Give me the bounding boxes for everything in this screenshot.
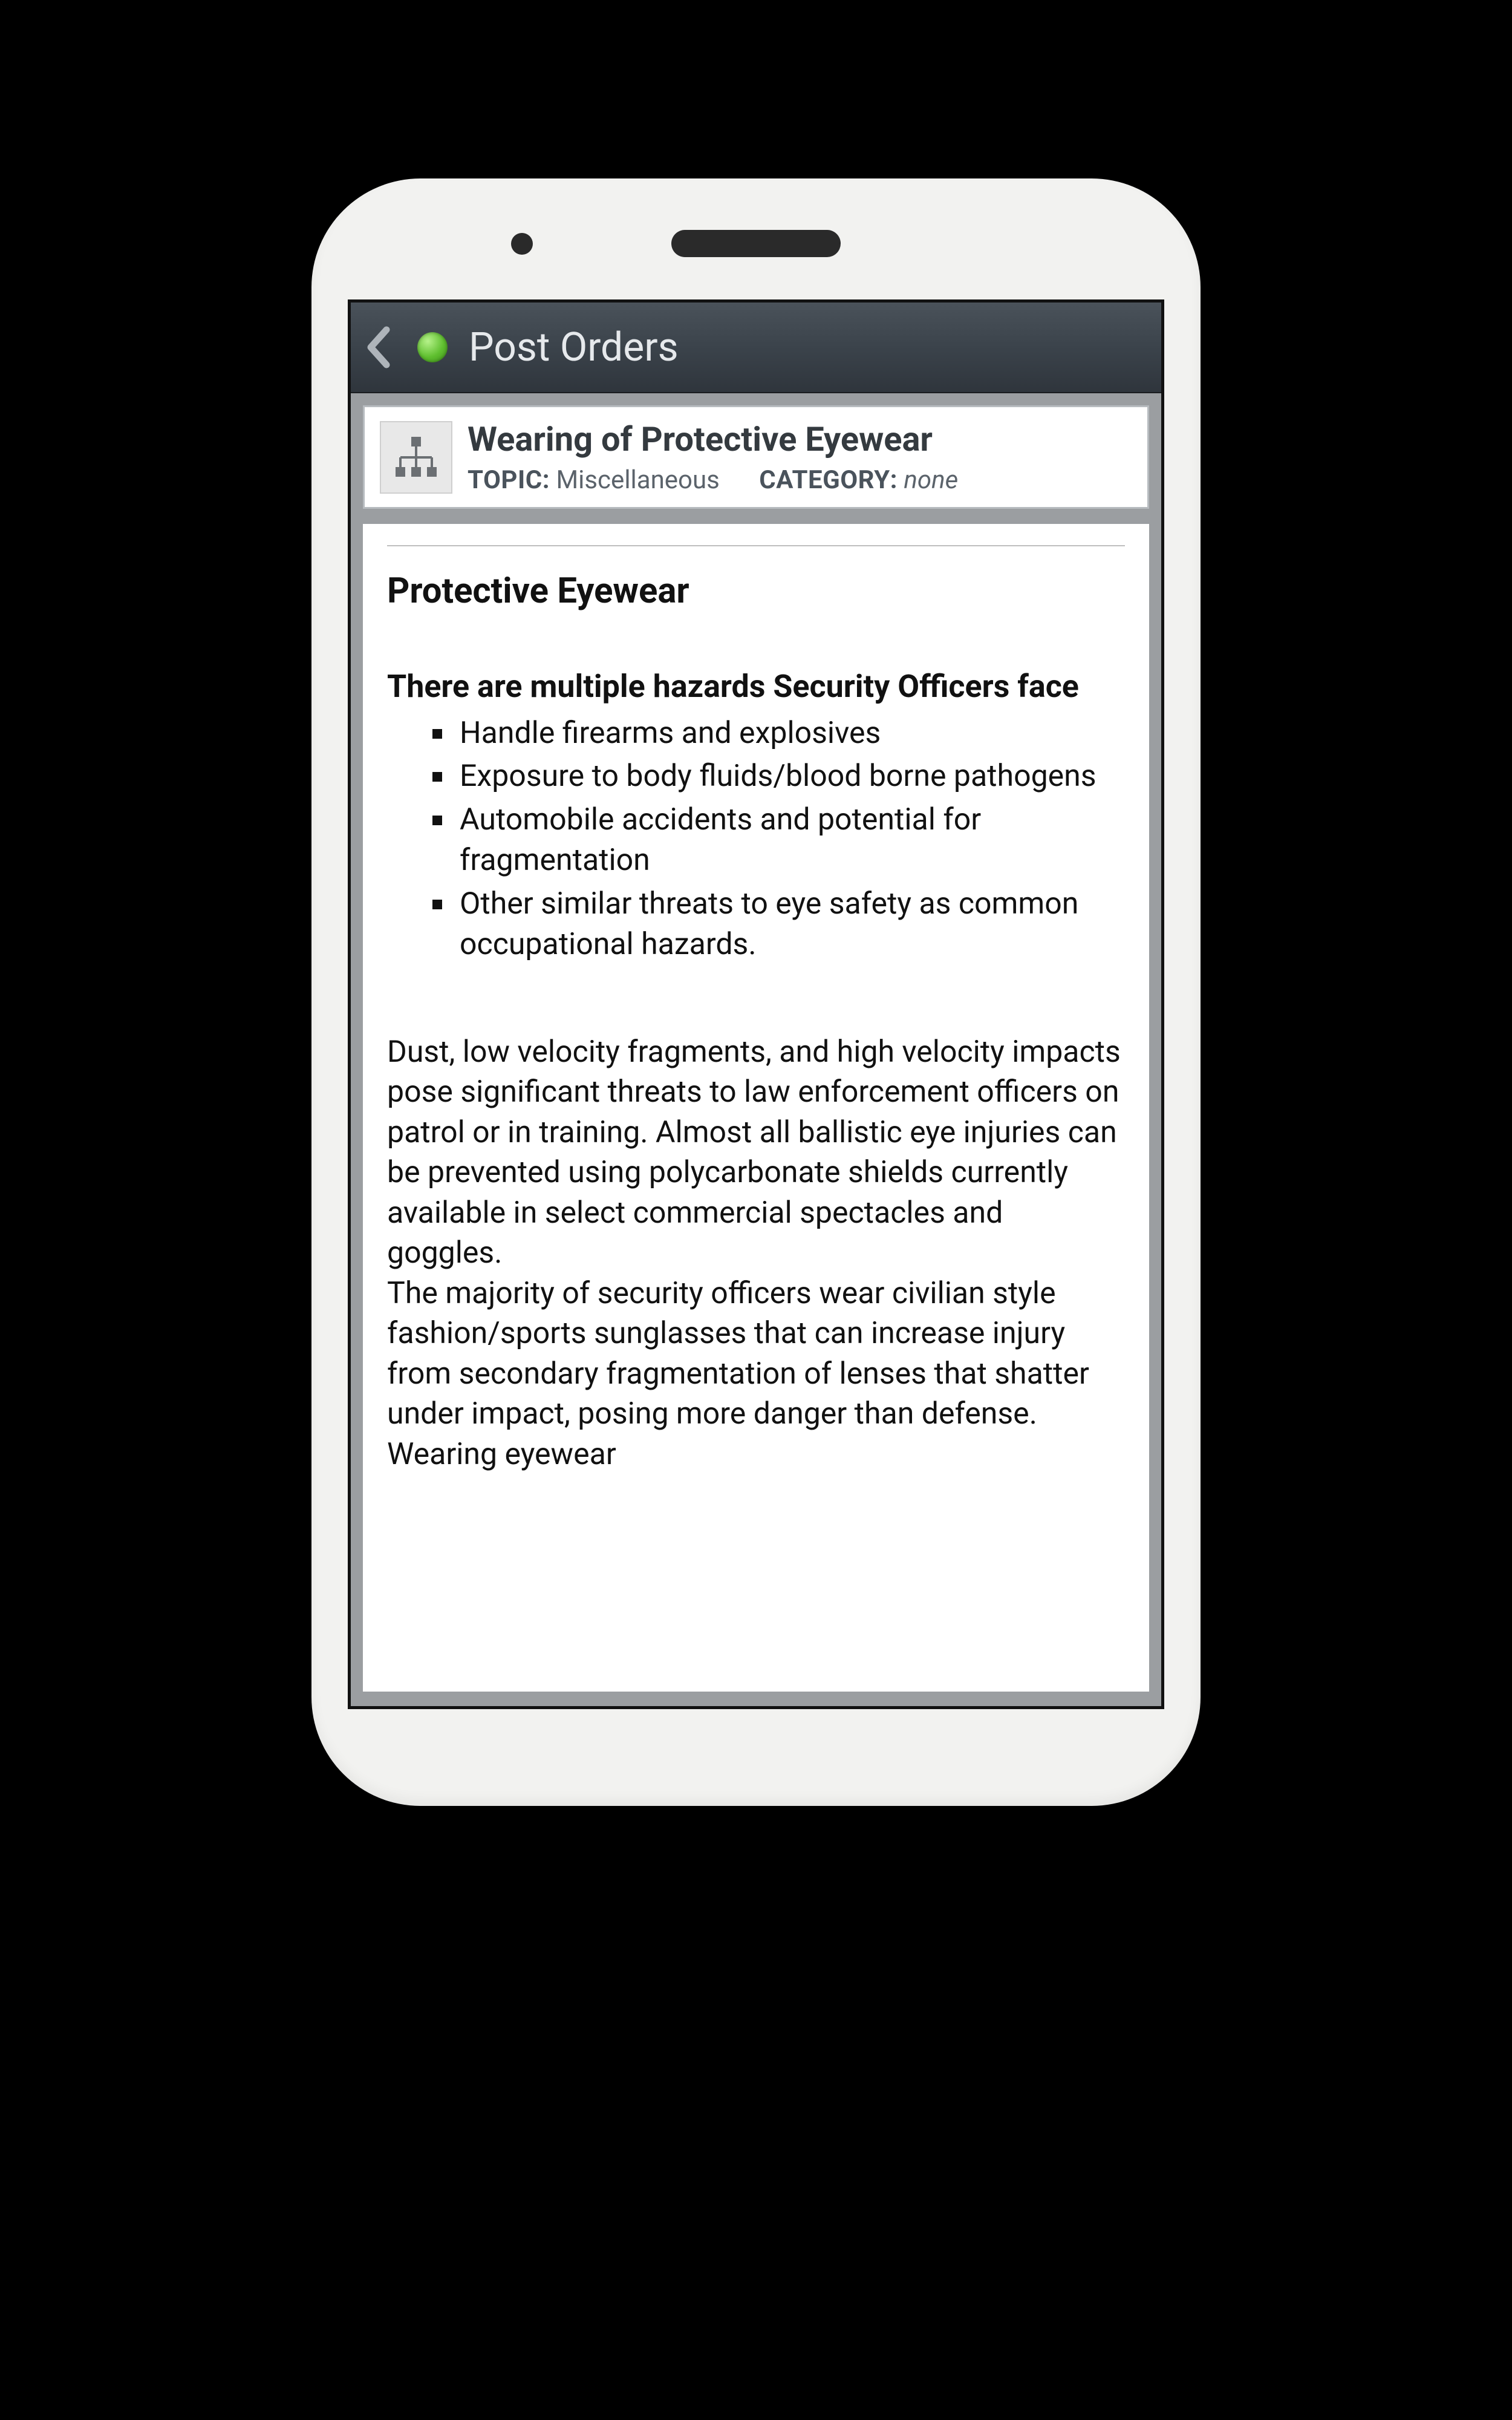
phone-top <box>311 178 1201 299</box>
info-text: Wearing of Protective Eyewear TOPIC: Mis… <box>468 419 1132 495</box>
article-subheading: There are multiple hazards Security Offi… <box>387 666 1125 707</box>
header-title: Post Orders <box>469 324 679 371</box>
hazard-list: Handle firearms and explosives Exposure … <box>387 713 1125 966</box>
topic-value: Miscellaneous <box>556 465 720 495</box>
article-paragraph: Dust, low velocity fragments, and high v… <box>387 1032 1125 1274</box>
list-item: Handle firearms and explosives <box>432 713 1125 754</box>
post-title: Wearing of Protective Eyewear <box>468 419 1132 459</box>
article-paragraph: The majority of security officers wear c… <box>387 1274 1125 1475</box>
list-item: Exposure to body fluids/blood borne path… <box>432 756 1125 797</box>
phone-frame: Post Orders <box>311 178 1201 1806</box>
camera-dot <box>511 233 533 255</box>
category-label: CATEGORY: <box>759 465 898 495</box>
chevron-left-icon <box>366 326 390 368</box>
category-value: none <box>904 465 958 495</box>
topic-label: TOPIC: <box>468 465 550 495</box>
info-card: Wearing of Protective Eyewear TOPIC: Mis… <box>363 405 1149 509</box>
article-body[interactable]: Protective Eyewear There are multiple ha… <box>363 524 1149 1692</box>
content-frame: Wearing of Protective Eyewear TOPIC: Mis… <box>351 393 1161 1706</box>
phone-shadow <box>311 1839 1201 1894</box>
status-indicator-icon <box>417 332 448 362</box>
speaker-grille <box>671 230 841 257</box>
article-heading: Protective Eyewear <box>387 571 1125 612</box>
screen: Post Orders <box>348 299 1164 1709</box>
back-button[interactable] <box>363 323 393 371</box>
list-item: Automobile accidents and potential for f… <box>432 800 1125 881</box>
app-header: Post Orders <box>351 302 1161 393</box>
divider <box>387 545 1125 546</box>
list-item: Other similar threats to eye safety as c… <box>432 884 1125 966</box>
post-meta: TOPIC: Miscellaneous CATEGORY: none <box>468 465 1132 495</box>
stage: Post Orders <box>0 0 1512 2420</box>
hierarchy-icon <box>380 421 452 494</box>
